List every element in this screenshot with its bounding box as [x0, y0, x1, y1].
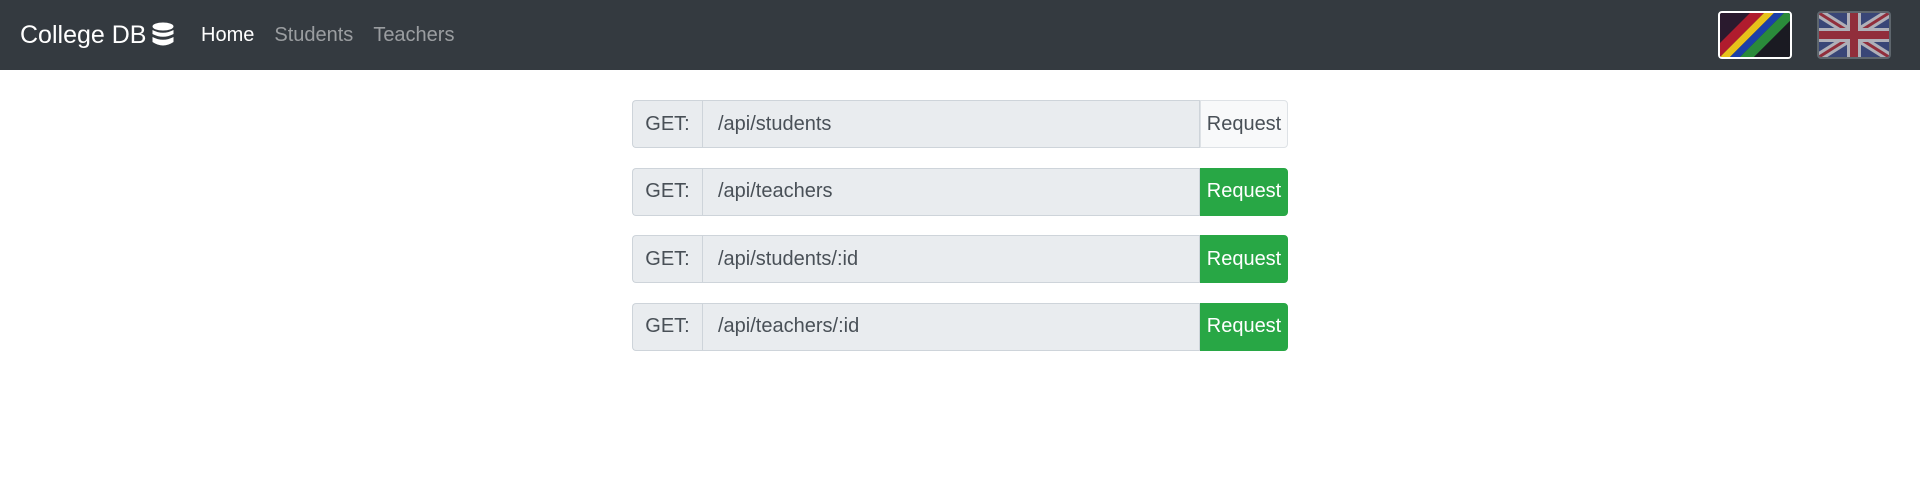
endpoint-row-students: GET: Request	[632, 100, 1288, 148]
request-button-teachers[interactable]: Request	[1200, 167, 1288, 216]
navbar: College DB Home Students Teachers	[0, 0, 1920, 70]
nav-link-students[interactable]: Students	[274, 24, 353, 47]
nav-link-home[interactable]: Home	[201, 24, 254, 47]
endpoint-row-student-by-id: GET: Request	[632, 235, 1288, 283]
database-icon	[152, 22, 174, 48]
endpoint-input-students[interactable]	[702, 100, 1200, 148]
colorful-flag-icon[interactable]	[1718, 11, 1792, 59]
request-button-teacher-by-id[interactable]: Request	[1200, 302, 1288, 351]
nav-link-teachers[interactable]: Teachers	[373, 24, 454, 47]
brand-title: College DB	[20, 20, 147, 49]
request-button-students[interactable]: Request	[1200, 100, 1288, 148]
method-label: GET:	[632, 235, 702, 283]
brand[interactable]: College DB	[20, 0, 174, 70]
method-label: GET:	[632, 100, 702, 148]
endpoint-row-teacher-by-id: GET: Request	[632, 302, 1288, 351]
method-label: GET:	[632, 302, 702, 351]
uk-flag-icon[interactable]	[1817, 11, 1891, 59]
request-button-student-by-id[interactable]: Request	[1200, 235, 1288, 283]
endpoint-list: GET: Request GET: Request GET: Request G…	[632, 100, 1288, 370]
nav-links: Home Students Teachers	[201, 0, 474, 70]
endpoint-input-teacher-by-id[interactable]	[702, 302, 1200, 351]
endpoint-row-teachers: GET: Request	[632, 167, 1288, 216]
endpoint-input-teachers[interactable]	[702, 167, 1200, 216]
method-label: GET:	[632, 167, 702, 216]
endpoint-input-student-by-id[interactable]	[702, 235, 1200, 283]
